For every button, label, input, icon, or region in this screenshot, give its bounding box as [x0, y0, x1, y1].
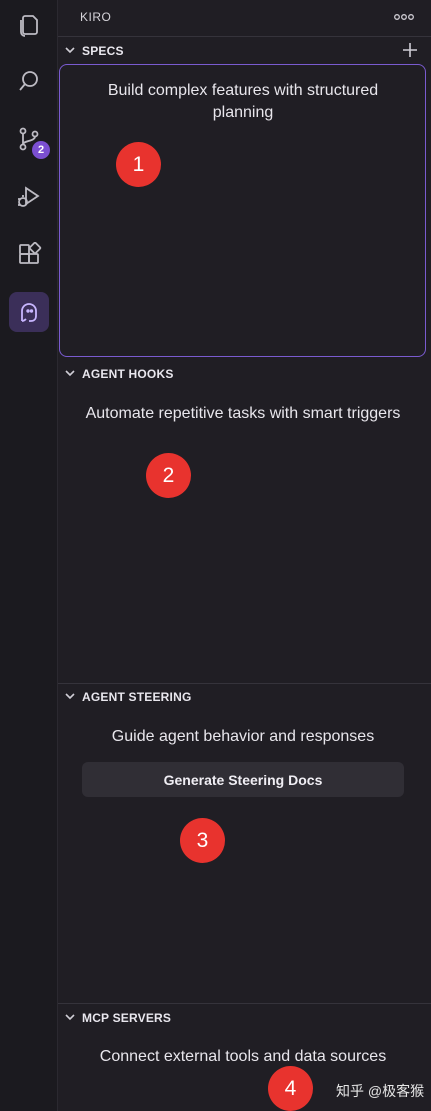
- watermark: 知乎 @极客猴: [336, 1083, 425, 1099]
- agent-steering-description: Guide agent behavior and responses: [111, 728, 375, 745]
- generate-steering-docs-button[interactable]: Generate Steering Docs: [82, 762, 404, 797]
- search-icon[interactable]: [9, 61, 49, 101]
- explorer-icon[interactable]: [9, 4, 49, 44]
- annotation-marker: 3: [180, 818, 225, 863]
- more-actions-icon[interactable]: [393, 10, 415, 24]
- agent-hooks-title: AGENT HOOKS: [82, 367, 174, 381]
- mcp-servers-description: Connect external tools and data sources: [99, 1048, 387, 1065]
- panel-title: KIRO: [80, 10, 112, 24]
- source-control-badge: 2: [32, 141, 50, 159]
- agent-steering-section-header[interactable]: AGENT STEERING: [58, 684, 431, 710]
- agent-hooks-section-header[interactable]: AGENT HOOKS: [58, 361, 431, 387]
- chevron-down-icon: [65, 693, 75, 700]
- specs-section-header[interactable]: SPECS: [58, 38, 431, 64]
- extensions-icon[interactable]: [9, 235, 49, 275]
- chevron-down-icon: [65, 47, 75, 54]
- annotation-marker: 2: [146, 453, 191, 498]
- agent-steering-title: AGENT STEERING: [82, 690, 192, 704]
- specs-title: SPECS: [82, 44, 124, 58]
- annotation-marker: 4: [268, 1066, 313, 1111]
- kiro-panel: KIRO SPECS Build complex features with s…: [58, 0, 431, 1111]
- chevron-down-icon: [65, 370, 75, 377]
- specs-description: Build complex features with structured p…: [107, 82, 379, 121]
- run-debug-icon[interactable]: [9, 177, 49, 217]
- source-control-icon[interactable]: 2: [9, 119, 50, 159]
- section-divider: [58, 1003, 431, 1004]
- activity-bar: 2: [0, 0, 58, 1111]
- add-spec-icon[interactable]: [402, 42, 418, 58]
- annotation-marker: 1: [116, 142, 161, 187]
- mcp-servers-section-header[interactable]: MCP SERVERS: [58, 1005, 431, 1031]
- agent-hooks-description: Automate repetitive tasks with smart tri…: [85, 405, 401, 422]
- kiro-ghost-icon[interactable]: [9, 292, 49, 332]
- panel-header: KIRO: [58, 0, 431, 37]
- chevron-down-icon: [65, 1014, 75, 1021]
- mcp-servers-title: MCP SERVERS: [82, 1011, 172, 1025]
